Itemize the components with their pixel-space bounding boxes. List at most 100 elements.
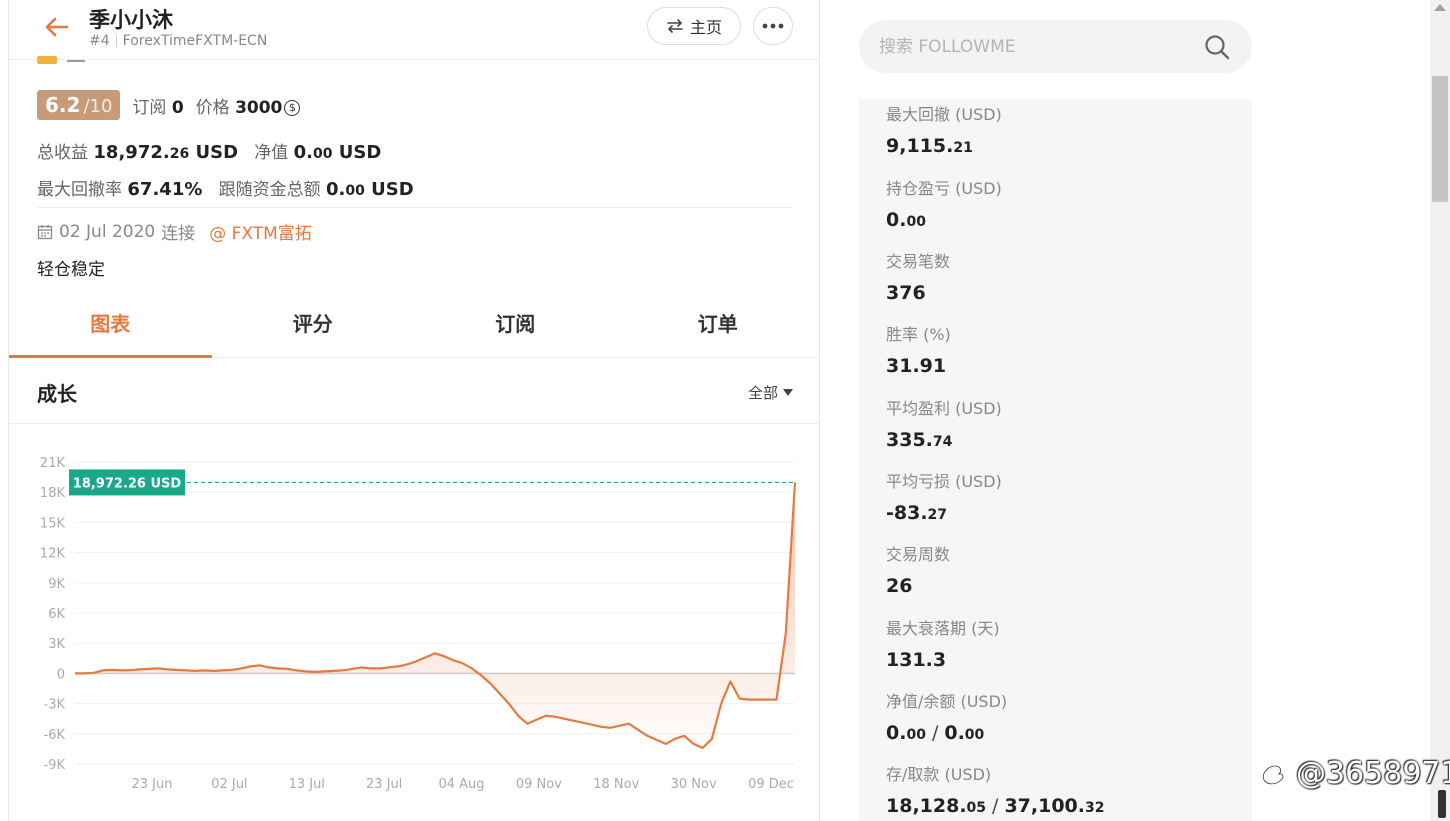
y-tick-label: 21K <box>40 456 66 471</box>
stat-value-dec: 74 <box>932 434 953 450</box>
search-icon <box>1205 34 1230 59</box>
stat-value-int: 26 <box>886 575 913 597</box>
follow-total-unit: USD <box>371 179 414 200</box>
stat-value-int: 131.3 <box>886 649 947 671</box>
y-tick-label: 9K <box>48 577 65 592</box>
stat-value-dec: 21 <box>953 140 973 156</box>
stat-value-b-dec: 32 <box>1084 800 1105 816</box>
stat-value-int: 31.91 <box>886 355 947 377</box>
growth-title: 成长 <box>37 382 77 406</box>
y-tick-label: 0 <box>57 667 65 682</box>
stat-item: 最大回撤 (USD) 9,115.21 <box>886 101 1002 157</box>
stat-value-int: 335. <box>886 429 933 451</box>
growth-section-header: 成长 全部 <box>9 358 819 424</box>
search-button[interactable] <box>1202 32 1232 62</box>
follow-total-value: 0.00 USD <box>326 179 414 200</box>
equity-label: 净值 <box>254 143 289 163</box>
stat-item: 交易笔数 376 <box>886 248 950 304</box>
search-input[interactable] <box>879 36 1202 57</box>
stat-value: 26 <box>886 575 950 597</box>
stat-value-int: -83. <box>886 502 928 524</box>
profit-row: 总收益 18,972.26 USD 净值 0.00 USD <box>37 138 381 163</box>
equity-unit: USD <box>338 142 382 163</box>
follow-total-label: 跟随资金总额 <box>218 180 321 200</box>
x-tick-label: 18 Nov <box>593 777 639 792</box>
subscriptions-value: 0 <box>171 97 184 118</box>
scrollbar-thumb[interactable] <box>1432 76 1448 202</box>
connect-date: 02 Jul 2020 <box>59 221 156 242</box>
stat-value: 335.74 <box>886 429 1002 451</box>
total-profit-value: 18,972.26 USD <box>93 142 238 163</box>
growth-chart-svg: 21K 18K 15K 12K 9K 6K 3K 0 -3K -6K -9K 23 Jun 02 Jul… <box>40 456 797 792</box>
price: 价格 3000 $ <box>196 93 301 118</box>
stat-label: 平均盈利 (USD) <box>886 399 1002 418</box>
y-tick-label: 18K <box>40 486 66 501</box>
stat-item: 平均盈利 (USD) 335.74 <box>886 395 1002 451</box>
max-drawdown-rate-label: 最大回撤率 <box>37 180 122 200</box>
scroll-handle[interactable] <box>1438 790 1446 818</box>
more-dots-icon <box>762 23 784 29</box>
watermark: @3658971 <box>1258 756 1450 791</box>
stat-label: 胜率 (%) <box>886 325 951 344</box>
watermark-text: @3658971 <box>1296 756 1450 791</box>
calendar-icon <box>37 224 53 239</box>
scroll-up-arrow-icon[interactable] <box>1434 4 1446 11</box>
stat-item: 胜率 (%) 31.91 <box>886 321 951 377</box>
stat-value: 131.3 <box>886 649 1000 671</box>
subscriptions-label: 订阅 <box>132 97 167 118</box>
connect-row: 02 Jul 2020 连接 @ FXTM富拓 <box>37 219 312 244</box>
tab-rating[interactable]: 评分 <box>212 296 415 357</box>
stat-value-dec: 27 <box>927 507 948 523</box>
stat-item: 交易周数 26 <box>886 541 950 597</box>
score-value: 6.2 <box>45 93 81 117</box>
stat-label: 平均亏损 (USD) <box>886 472 1002 491</box>
home-button[interactable]: 主页 <box>647 7 741 45</box>
more-button[interactable] <box>753 7 793 45</box>
trader-subtitle: #4 ForexTimeFXTM-ECN <box>89 33 267 49</box>
tab-subscriptions[interactable]: 订阅 <box>414 296 617 357</box>
stat-value-int: 0. <box>886 209 907 231</box>
divider <box>115 35 117 47</box>
search-box <box>859 20 1252 73</box>
stat-value-a-dec: 00 <box>906 727 926 743</box>
trader-account: ForexTimeFXTM-ECN <box>122 33 268 49</box>
back-button[interactable] <box>39 10 73 44</box>
range-dropdown[interactable]: 全部 <box>748 382 793 403</box>
stat-label: 交易周数 <box>886 545 951 564</box>
tab-chart[interactable]: 图表 <box>9 296 212 358</box>
y-tick-label: 3K <box>48 637 65 652</box>
y-tick-label: 12K <box>40 547 66 562</box>
stat-value-int: 9,115. <box>886 135 954 157</box>
stats-panel: 最大回撤 (USD) 9,115.21 持仓盈亏 (USD) 0.00 交易笔数… <box>859 99 1252 821</box>
trader-rank: #4 <box>89 33 110 49</box>
trader-name: 季小小沐 <box>89 8 173 32</box>
stat-value-b-dec: 00 <box>964 727 985 743</box>
stat-value: 0.00/0.00 <box>886 722 1007 744</box>
x-tick-label: 23 Jul <box>366 777 402 792</box>
strategy-description: 轻仓稳定 <box>37 260 105 280</box>
total-profit-label: 总收益 <box>37 143 88 163</box>
badge-label-fragment <box>67 56 85 62</box>
stat-value-a-int: 18,128. <box>886 795 967 817</box>
max-drawdown-rate-value: 67.41% <box>127 179 203 200</box>
equity-dec: 00 <box>313 146 333 162</box>
stat-label: 持仓盈亏 (USD) <box>886 179 1002 198</box>
tab-orders[interactable]: 订单 <box>617 296 820 357</box>
x-tick-label: 04 Aug <box>438 777 484 792</box>
current-value-label: 18,972.26 USD <box>73 476 182 491</box>
total-profit-dec: 26 <box>169 146 190 162</box>
stat-label: 存/取款 (USD) <box>886 765 992 784</box>
range-dropdown-label: 全部 <box>747 384 778 402</box>
broker-link[interactable]: @ FXTM富拓 <box>209 219 312 244</box>
y-tick-label: -6K <box>44 728 66 743</box>
stat-value-b-int: 0. <box>944 722 965 744</box>
follow-total-dec: 00 <box>345 183 365 199</box>
x-tick-label: 09 Nov <box>516 777 562 792</box>
drawdown-row: 最大回撤率 67.41% 跟随资金总额 0.00 USD <box>37 175 414 200</box>
connect-label: 连接 <box>161 224 196 244</box>
slash-separator: / <box>931 722 939 744</box>
weibo-logo-icon <box>1262 760 1289 785</box>
stat-value: 31.91 <box>886 355 951 377</box>
follow-total-int: 0. <box>326 179 346 200</box>
x-tick-label: 09 Dec <box>748 777 794 792</box>
